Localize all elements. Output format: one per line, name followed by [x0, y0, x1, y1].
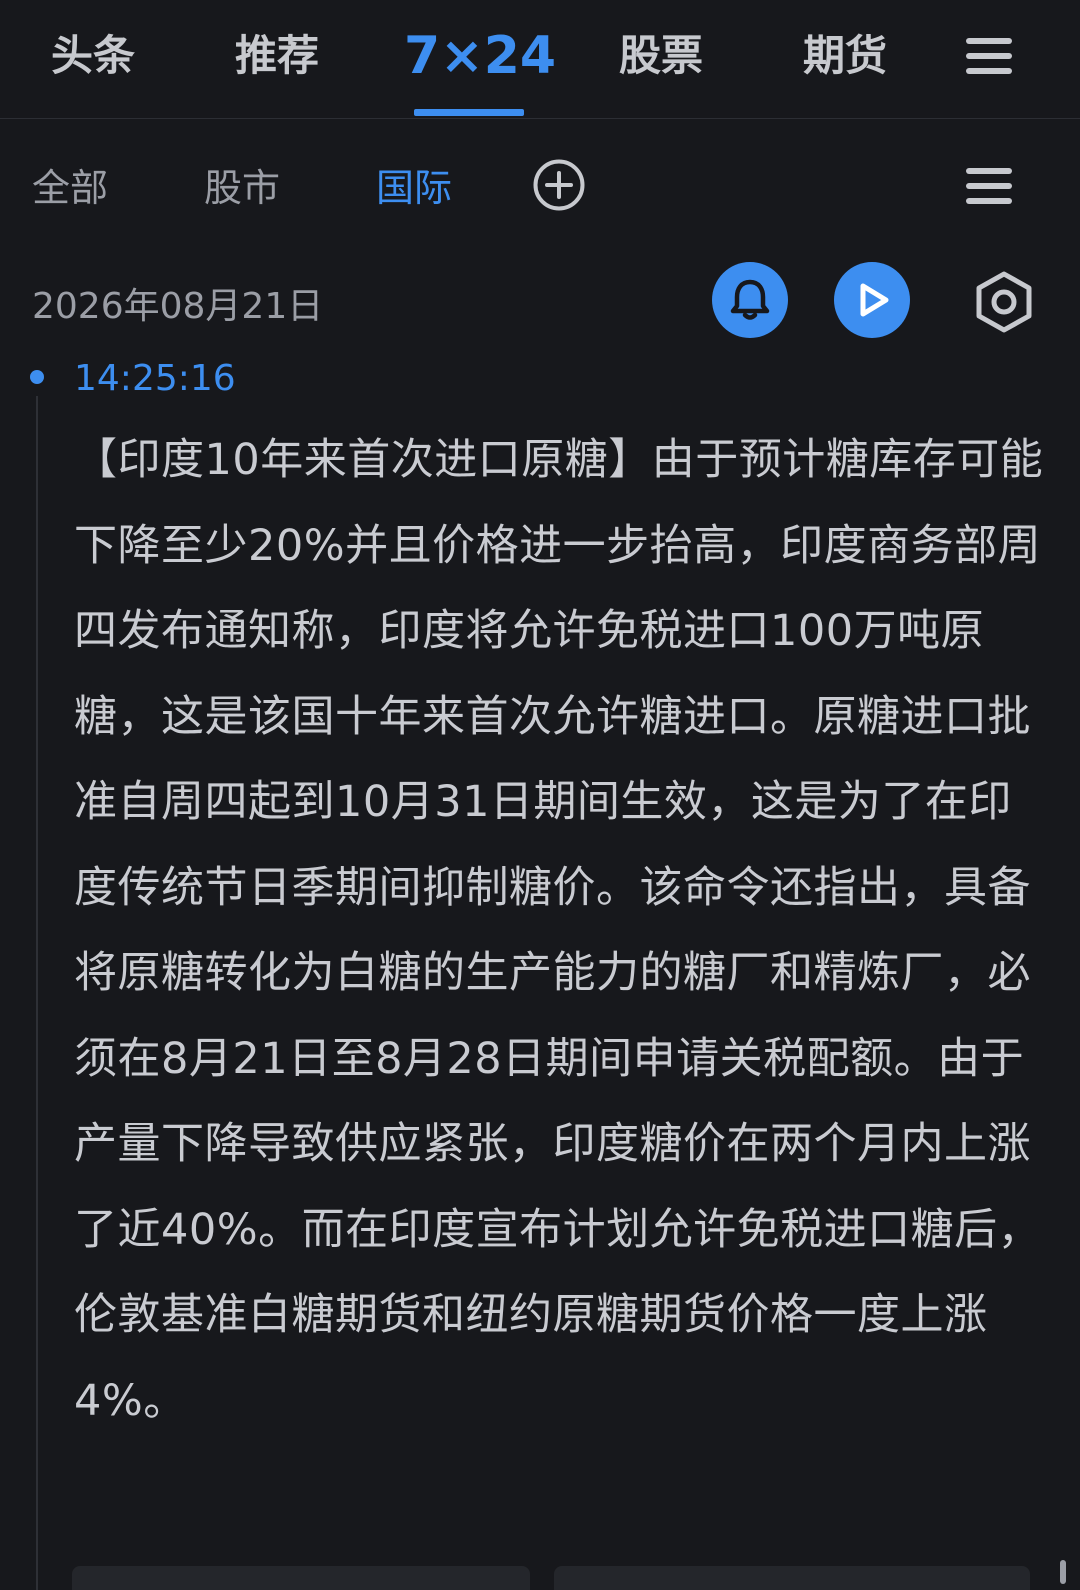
subtab-international[interactable]: 国际 [376, 160, 452, 216]
news-app: 头条 推荐 7×24 股票 期货 全部 股市 国际 2026年08月21日 14… [0, 0, 1080, 1590]
news-time: 14:25:16 [74, 358, 236, 399]
play-icon [860, 283, 889, 317]
tab-label: 期货 [802, 31, 887, 80]
tab-label: 头条 [50, 31, 135, 80]
play-button[interactable] [834, 262, 910, 338]
subtab-label: 股市 [204, 166, 281, 210]
tab-label: 股票 [618, 31, 703, 80]
subtab-label: 全部 [32, 166, 109, 210]
tab-recommended[interactable]: 推荐 [232, 26, 322, 86]
channel-menu-icon[interactable] [966, 166, 1012, 206]
tab-7x24[interactable]: 7×24 [404, 26, 556, 116]
timeline-line [36, 396, 38, 1590]
tab-label: 7×24 [404, 26, 557, 86]
add-icon[interactable] [532, 158, 586, 212]
timeline-dot [30, 370, 44, 384]
bell-icon [730, 279, 770, 320]
subtab-all[interactable]: 全部 [32, 160, 108, 216]
tab-label: 推荐 [234, 31, 319, 80]
settings-icon[interactable] [974, 270, 1034, 334]
alert-button[interactable] [712, 262, 788, 338]
scrollbar[interactable] [1060, 1560, 1066, 1584]
subtab-stock-market[interactable]: 股市 [204, 160, 280, 216]
action-card-right[interactable] [554, 1566, 1030, 1590]
active-tab-indicator [414, 109, 524, 116]
menu-icon[interactable] [966, 36, 1012, 76]
feed-date: 2026年08月21日 [32, 286, 324, 327]
top-nav: 头条 推荐 7×24 股票 期货 [0, 0, 1080, 119]
tab-stocks[interactable]: 股票 [616, 26, 706, 86]
subtab-label: 国际 [376, 166, 453, 210]
news-content[interactable]: 【印度10年来首次进口原糖】由于预计糖库存可能下降至少20%并且价格进一步抬高，… [74, 418, 1054, 1444]
tab-futures[interactable]: 期货 [800, 26, 890, 86]
tab-headlines[interactable]: 头条 [48, 26, 138, 86]
action-card-left[interactable] [72, 1566, 530, 1590]
